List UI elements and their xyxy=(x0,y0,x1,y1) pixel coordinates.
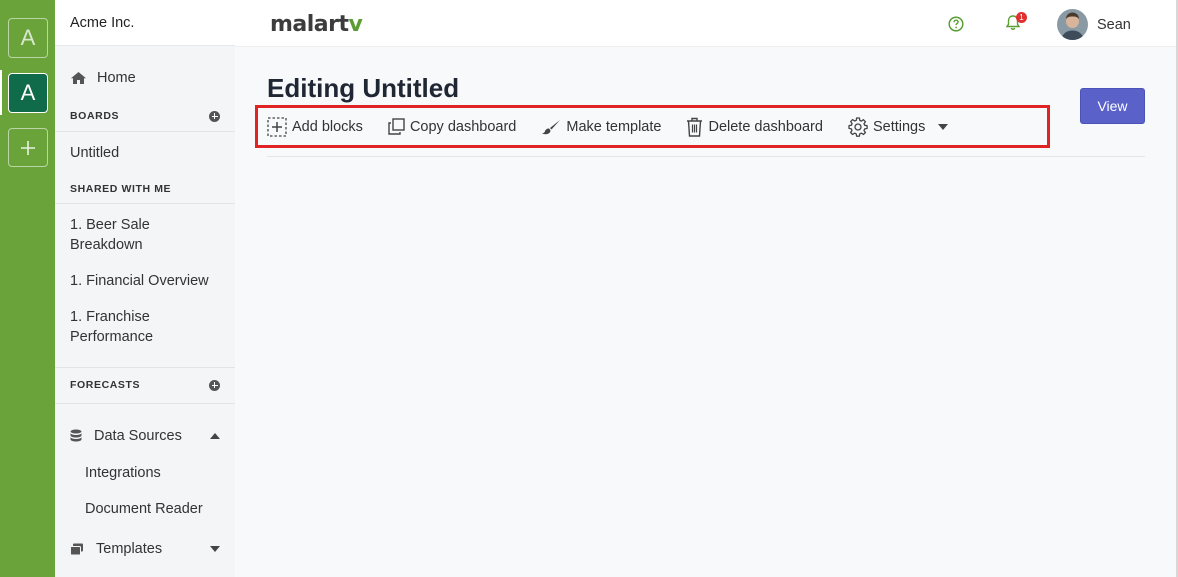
plus-icon xyxy=(21,140,35,155)
caret-up-icon xyxy=(210,433,220,439)
logo-accent: v xyxy=(348,12,363,37)
boards-section-header: BOARDS xyxy=(70,110,220,122)
divider xyxy=(55,131,235,132)
add-forecast-icon[interactable] xyxy=(209,379,220,391)
sidebar-item-financial-overview[interactable]: 1. Financial Overview xyxy=(70,271,220,291)
divider xyxy=(55,403,235,404)
sidebar: Acme Inc. Home BOARDS Untitled SHARED WI… xyxy=(55,0,235,577)
main-content: Editing Untitled View Add blocks Copy da… xyxy=(235,47,1178,577)
username[interactable]: Sean xyxy=(1097,17,1131,33)
make-template-label: Make template xyxy=(566,118,662,135)
copy-dashboard-label: Copy dashboard xyxy=(409,118,517,135)
workspace-letter: A xyxy=(20,25,36,50)
toolbar-divider xyxy=(267,156,1145,157)
org-name[interactable]: Acme Inc. xyxy=(55,0,235,46)
app-logo[interactable]: malart v xyxy=(270,12,363,37)
gear-icon xyxy=(848,116,868,137)
brush-icon xyxy=(542,119,561,134)
home-icon xyxy=(71,72,86,84)
sidebar-item-untitled[interactable]: Untitled xyxy=(70,143,220,163)
view-button[interactable]: View xyxy=(1080,88,1145,124)
add-blocks-icon xyxy=(267,116,287,137)
sidebar-item-document-reader[interactable]: Document Reader xyxy=(85,501,203,517)
dashboard-toolbar: Add blocks Copy dashboard Make template … xyxy=(255,105,1050,148)
divider xyxy=(55,367,235,368)
sidebar-item-beer-sale-breakdown[interactable]: 1. Beer Sale Breakdown xyxy=(70,215,220,255)
workspace-letter: A xyxy=(20,80,36,105)
sidebar-item-franchise-performance[interactable]: 1. Franchise Performance xyxy=(70,307,220,347)
templates-label: Templates xyxy=(96,541,163,557)
data-sources-toggle[interactable]: Data Sources xyxy=(70,428,220,444)
divider xyxy=(55,203,235,204)
add-workspace-button[interactable] xyxy=(8,128,48,167)
help-circle-icon[interactable] xyxy=(948,16,964,32)
delete-dashboard-label: Delete dashboard xyxy=(708,118,823,135)
delete-dashboard-button[interactable]: Delete dashboard xyxy=(686,117,823,137)
copy-dashboard-button[interactable]: Copy dashboard xyxy=(388,118,516,135)
add-board-icon[interactable] xyxy=(209,110,220,122)
forecasts-section-header: FORECASTS xyxy=(70,379,220,391)
notification-badge: 1 xyxy=(1016,12,1027,23)
sidebar-item-integrations[interactable]: Integrations xyxy=(85,465,161,481)
workspace-a-active[interactable]: A xyxy=(8,73,48,113)
workspace-a-inactive[interactable]: A xyxy=(8,18,48,58)
active-workspace-marker xyxy=(0,70,2,115)
database-icon xyxy=(70,429,82,442)
shared-section-header: SHARED WITH ME xyxy=(70,183,220,195)
add-blocks-label: Add blocks xyxy=(292,118,363,135)
data-sources-label: Data Sources xyxy=(94,428,182,444)
sidebar-item-label: Home xyxy=(97,70,136,86)
copy-icon xyxy=(388,118,405,135)
templates-icon xyxy=(70,543,83,555)
chevron-down-icon xyxy=(938,123,949,130)
section-title: SHARED WITH ME xyxy=(70,183,172,195)
settings-label: Settings xyxy=(872,118,926,135)
add-blocks-button[interactable]: Add blocks xyxy=(267,116,363,137)
top-bar: malart v 1 Sean xyxy=(235,0,1178,47)
workspace-rail: A A xyxy=(0,0,55,577)
section-title: FORECASTS xyxy=(70,379,141,391)
sidebar-item-home[interactable]: Home xyxy=(70,70,136,86)
make-template-button[interactable]: Make template xyxy=(541,119,661,135)
user-avatar-icon xyxy=(1057,9,1088,40)
trash-icon xyxy=(687,117,703,137)
avatar[interactable] xyxy=(1057,9,1088,40)
section-title: BOARDS xyxy=(70,110,120,122)
templates-toggle[interactable]: Templates xyxy=(70,541,220,557)
logo-text: malart xyxy=(270,12,349,37)
page-title: Editing Untitled xyxy=(267,73,460,103)
settings-dropdown[interactable]: Settings xyxy=(848,116,949,137)
caret-down-icon xyxy=(210,546,220,552)
